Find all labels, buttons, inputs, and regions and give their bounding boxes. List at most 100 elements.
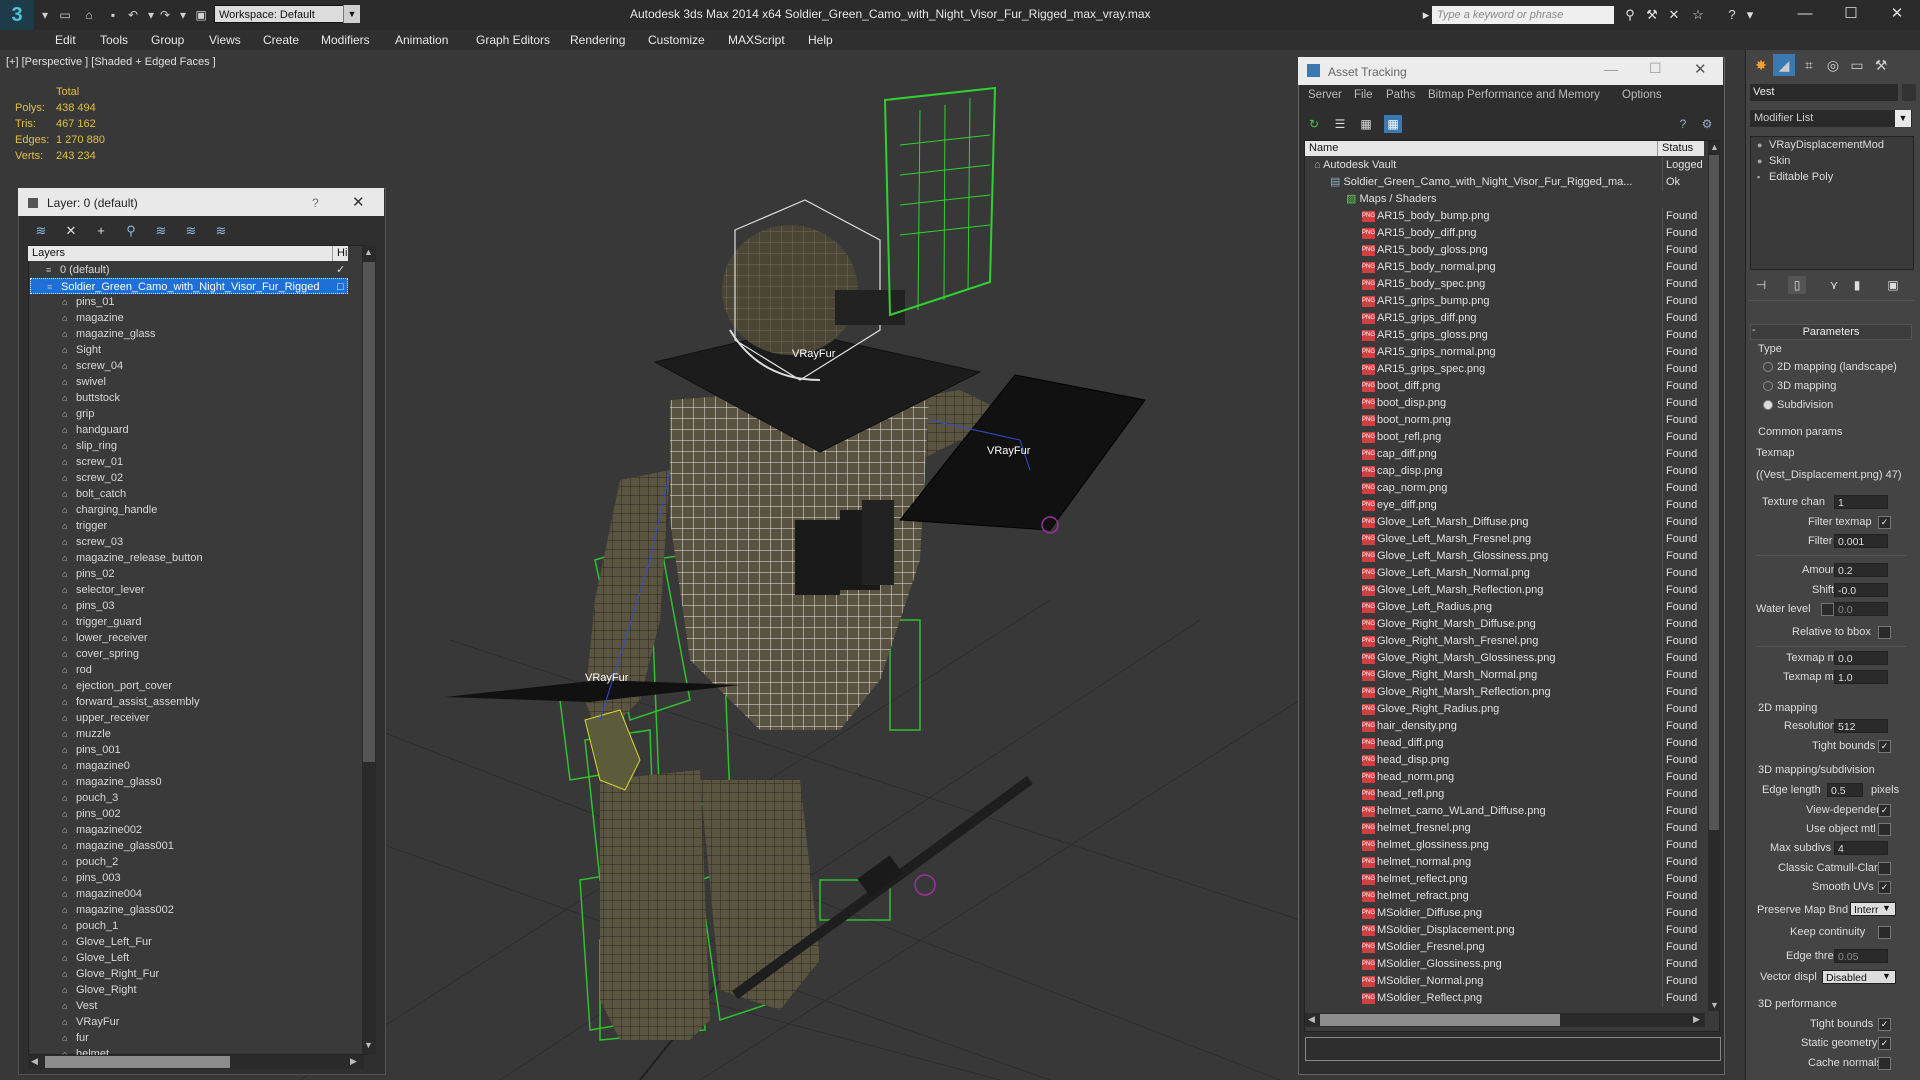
layer-row[interactable]: ⌂ Sight (30, 342, 348, 358)
water-level-checkbox[interactable] (1821, 603, 1834, 616)
close-icon[interactable]: ✕ (1882, 3, 1912, 25)
menu-modifiers[interactable]: Modifiers (321, 33, 370, 47)
scroll-down-icon[interactable]: ▼ (364, 1040, 373, 1050)
help-icon[interactable]: ? (1674, 115, 1692, 133)
layer-row[interactable]: ⌂ magazine_glass002 (30, 902, 348, 918)
motion-tab-icon[interactable]: ◎ (1822, 54, 1844, 76)
scroll-up-icon[interactable]: ▲ (364, 247, 373, 257)
radio-3d-mapping[interactable]: 3D mapping (1763, 380, 1836, 392)
table-view-icon[interactable]: ▦ (1357, 115, 1375, 133)
layer-row[interactable]: ⌂ magazine004 (30, 886, 348, 902)
lightbulb-icon[interactable]: ● (1757, 154, 1769, 169)
parameters-rollout-header[interactable]: Parameters (1750, 324, 1912, 340)
layer-row[interactable]: ⌂ pouch_3 (30, 790, 348, 806)
communication-icon[interactable]: ✕ (1666, 7, 1682, 23)
list-view-icon[interactable]: ☰ (1331, 115, 1349, 133)
asset-menu-options[interactable]: Options (1622, 89, 1662, 101)
stack-item-skin[interactable]: ● Skin (1757, 154, 1790, 169)
texmap-button[interactable]: (47 (Vest_Displacement.png)) (1756, 469, 1912, 481)
select-objects-icon[interactable]: ⚲ (122, 222, 140, 240)
asset-row[interactable]: PNG hair_density.png Found (1306, 718, 1706, 735)
menu-create[interactable]: Create (263, 33, 299, 47)
chevron-down-icon[interactable]: ▼ (1895, 110, 1911, 127)
help-icon[interactable]: ? (312, 196, 319, 210)
layer-row[interactable]: ⌂ pins_03 (30, 598, 348, 614)
layer-row[interactable]: ⌂ lower_receiver (30, 630, 348, 646)
asset-row[interactable]: PNG AR15_grips_bump.png Found (1306, 293, 1706, 310)
favorites-star-icon[interactable]: ☆ (1690, 7, 1706, 23)
layer-row[interactable]: ⌂ selector_lever (30, 582, 348, 598)
asset-hscroll-thumb[interactable] (1320, 1014, 1560, 1026)
layer-row[interactable]: ≡ 0 (default) ✓ (30, 262, 348, 278)
save-icon[interactable]: ▪ (104, 6, 122, 24)
freeze-unfreeze-icon[interactable]: ≋ (212, 222, 230, 240)
layer-row[interactable]: ⌂ screw_04 (30, 358, 348, 374)
asset-row[interactable]: PNG head_norm.png Found (1306, 769, 1706, 786)
menu-tools[interactable]: Tools (100, 33, 128, 47)
edge-length-spinner[interactable]: 0.5 (1827, 783, 1863, 797)
asset-row[interactable]: PNG AR15_grips_gloss.png Found (1306, 327, 1706, 344)
asset-row[interactable]: PNG AR15_grips_spec.png Found (1306, 361, 1706, 378)
layer-row[interactable]: ⌂ bolt_catch (30, 486, 348, 502)
stack-item-editable-poly[interactable]: ▪ Editable Poly (1757, 170, 1833, 185)
layer-row[interactable]: ⌂ slip_ring (30, 438, 348, 454)
hide-unhide-icon[interactable]: ≋ (182, 222, 200, 240)
layer-row[interactable]: ⌂ pins_002 (30, 806, 348, 822)
amount-spinner[interactable]: 0.2 (1834, 563, 1888, 577)
asset-row[interactable]: PNG AR15_body_bump.png Found (1306, 208, 1706, 225)
water-level-spinner[interactable]: 0.0 (1834, 602, 1888, 616)
minimize-icon[interactable]: — (1604, 61, 1618, 77)
asset-row[interactable]: PNG MSoldier_Glossiness.png Found (1306, 956, 1706, 973)
column-status[interactable]: Status (1657, 141, 1704, 156)
menu-edit[interactable]: Edit (55, 33, 76, 47)
layer-row[interactable]: ⌂ trigger (30, 518, 348, 534)
layer-row[interactable]: ⌂ Glove_Left (30, 950, 348, 966)
stack-item-vraydisplacementmod[interactable]: ● VRayDisplacementMod (1757, 138, 1884, 153)
asset-row[interactable]: PNG helmet_refract.png Found (1306, 888, 1706, 905)
asset-row[interactable]: PNG Glove_Left_Radius.png Found (1306, 599, 1706, 616)
subscription-icon[interactable]: ⚒ (1644, 7, 1660, 23)
asset-menu-file[interactable]: File (1354, 89, 1373, 101)
menu-rendering[interactable]: Rendering (570, 33, 625, 47)
search-input[interactable]: Type a keyword or phrase (1432, 6, 1614, 24)
refresh-icon[interactable]: ↻ (1305, 115, 1323, 133)
modify-tab-icon[interactable]: ◢ (1773, 54, 1795, 76)
layer-row[interactable]: ⌂ magazine (30, 310, 348, 326)
layer-row[interactable]: ⌂ handguard (30, 422, 348, 438)
asset-row[interactable]: ▤ Soldier_Green_Camo_with_Night_Visor_Fu… (1306, 174, 1706, 191)
texmap-max-spinner[interactable]: 1.0 (1834, 670, 1888, 684)
menu-views[interactable]: Views (209, 33, 241, 47)
asset-path-field[interactable] (1305, 1037, 1721, 1061)
scroll-right-icon[interactable]: ▶ (1693, 1014, 1700, 1025)
scroll-left-icon[interactable]: ◀ (31, 1056, 38, 1067)
max-subdivs-spinner[interactable]: 4 (1834, 841, 1888, 855)
scroll-down-icon[interactable]: ▼ (1710, 1000, 1719, 1010)
use-object-mtl-checkbox[interactable] (1878, 823, 1891, 836)
scroll-left-icon[interactable]: ◀ (1308, 1014, 1315, 1025)
create-layer-icon[interactable]: + (92, 222, 110, 240)
lightbulb-icon[interactable]: ● (1757, 138, 1769, 153)
asset-scroll-thumb[interactable] (1709, 155, 1719, 830)
asset-row[interactable]: PNG helmet_camo_WLand_Diffuse.png Found (1306, 803, 1706, 820)
column-layers[interactable]: Layers (28, 247, 65, 259)
asset-row[interactable]: PNG Glove_Right_Radius.png Found (1306, 701, 1706, 718)
texture-chan-spinner[interactable]: 1 (1834, 495, 1888, 509)
close-icon[interactable]: ✕ (352, 193, 365, 211)
layer-row[interactable]: ⌂ pins_003 (30, 870, 348, 886)
shift-spinner[interactable]: -0.0 (1834, 583, 1888, 597)
configure-sets-icon[interactable]: ▣ (1884, 276, 1902, 294)
menu-maxscript[interactable]: MAXScript (728, 33, 785, 47)
layer-row[interactable]: ⌂ screw_03 (30, 534, 348, 550)
column-hide[interactable]: Hi (332, 246, 347, 261)
settings-icon[interactable]: ⚙ (1698, 115, 1716, 133)
layer-row[interactable]: ⌂ muzzle (30, 726, 348, 742)
asset-menu-paths[interactable]: Paths (1386, 89, 1415, 101)
remove-modifier-icon[interactable]: ▮ (1848, 276, 1866, 294)
asset-row[interactable]: PNG head_refl.png Found (1306, 786, 1706, 803)
menu-group[interactable]: Group (151, 33, 184, 47)
new-file-icon[interactable]: ▭ (56, 6, 74, 24)
collapse-icon[interactable]: - (1752, 324, 1756, 336)
asset-row[interactable]: PNG helmet_fresnel.png Found (1306, 820, 1706, 837)
layer-row[interactable]: ⌂ Glove_Left_Fur (30, 934, 348, 950)
delete-layer-icon[interactable]: ✕ (62, 222, 80, 240)
